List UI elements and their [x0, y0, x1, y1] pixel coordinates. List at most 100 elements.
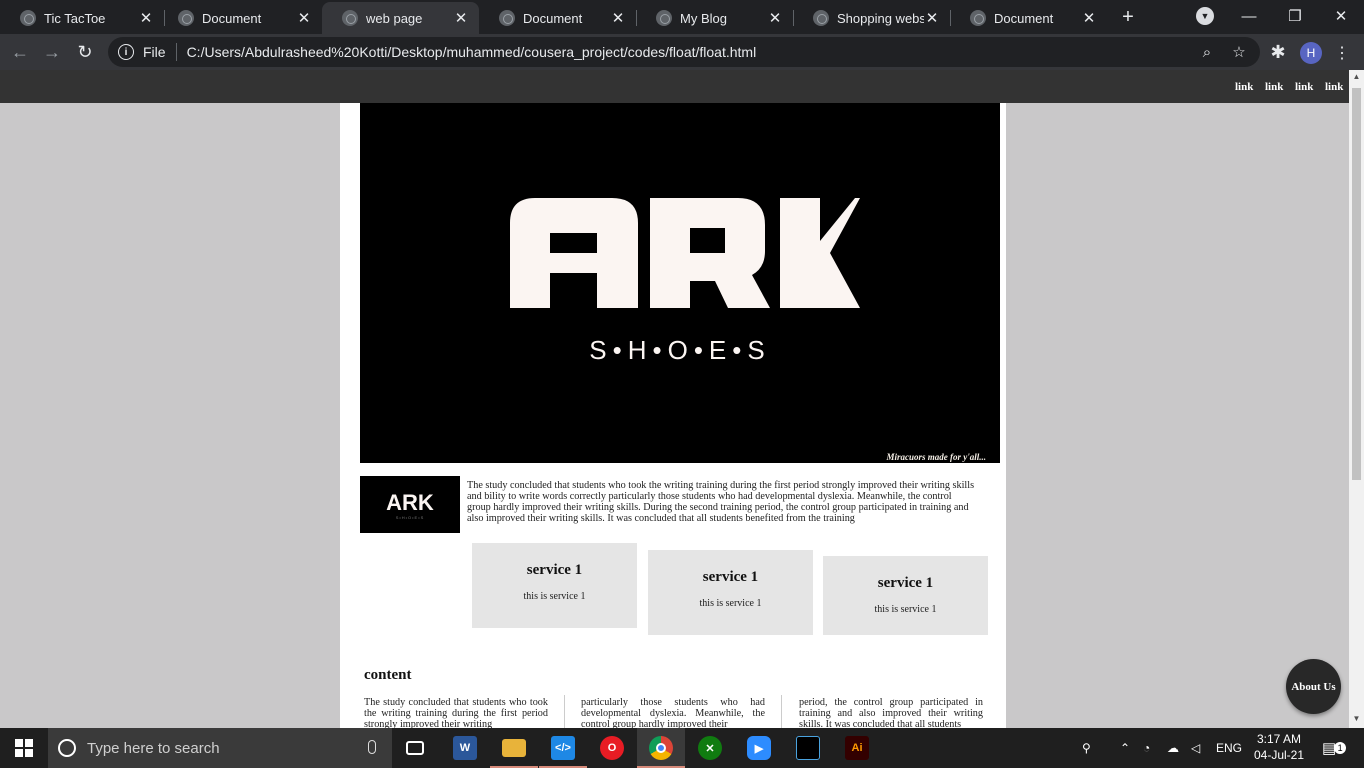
- tab-title: web page: [366, 10, 423, 26]
- content-column-2: particularly those students who had deve…: [581, 697, 765, 728]
- zoom-icon[interactable]: ⌕: [1198, 43, 1216, 61]
- tab-title: Shopping website: [837, 10, 924, 26]
- task-view-icon[interactable]: [391, 728, 439, 768]
- content-heading: content: [364, 667, 412, 683]
- tab-shopping-website[interactable]: Shopping website ✕: [793, 2, 950, 34]
- browser-toolbar: ← → ↻ i File C:/Users/Abdulrasheed%20Kot…: [0, 34, 1364, 70]
- nav-link-1[interactable]: link: [1235, 81, 1253, 93]
- network-icon[interactable]: ☁: [1167, 728, 1179, 768]
- taskbar-clock[interactable]: 3:17 AM 04-Jul-21: [1244, 731, 1314, 763]
- tab-tic-tactoe[interactable]: Tic TacToe ✕: [0, 2, 164, 34]
- language-indicator[interactable]: ENG: [1216, 728, 1242, 768]
- opera-icon[interactable]: O: [588, 728, 636, 768]
- cortana-icon: [58, 739, 76, 757]
- notification-center-icon[interactable]: ▤ 1: [1322, 728, 1347, 768]
- menu-kebab-icon[interactable]: ⋮: [1334, 42, 1350, 64]
- close-tab-icon[interactable]: ✕: [453, 9, 469, 27]
- xbox-glyph: ✕: [698, 736, 722, 760]
- notification-count-badge: 1: [1334, 742, 1347, 754]
- close-tab-icon[interactable]: ✕: [767, 9, 783, 27]
- window-close-icon[interactable]: ✕: [1318, 0, 1364, 32]
- wifi-icon[interactable]: ◔: [1143, 728, 1150, 768]
- vscode-icon[interactable]: </>: [539, 728, 587, 768]
- microphone-icon[interactable]: [368, 740, 376, 754]
- reload-icon[interactable]: ↻: [73, 40, 97, 64]
- browser-tab-bar: Tic TacToe ✕ Document ✕ web page ✕ Docum…: [0, 0, 1364, 34]
- word-app-icon[interactable]: W: [441, 728, 489, 768]
- taskbar-search-box[interactable]: Type here to search: [48, 728, 392, 768]
- forward-arrow-icon[interactable]: →: [40, 40, 64, 64]
- hero-caption: Miracuors made for y'all...: [886, 452, 986, 462]
- bookmark-star-icon[interactable]: ☆: [1230, 43, 1248, 61]
- tab-title: Document: [994, 10, 1054, 26]
- tab-document-2[interactable]: Document ✕: [479, 2, 636, 34]
- close-tab-icon[interactable]: ✕: [1081, 9, 1097, 27]
- globe-icon: [20, 10, 36, 26]
- omnibox-divider: [175, 43, 177, 61]
- show-hidden-icons-chevron-icon[interactable]: ⌃: [1120, 728, 1130, 768]
- vscode-glyph: </>: [551, 736, 575, 760]
- about-us-button[interactable]: About Us: [1286, 659, 1341, 714]
- column-divider: [781, 695, 782, 728]
- minimize-icon[interactable]: —: [1226, 0, 1272, 32]
- tab-document-3[interactable]: Document ✕: [950, 2, 1107, 34]
- page-scrollbar[interactable]: ▲ ▼: [1349, 70, 1364, 728]
- clock-time: 3:17 AM: [1256, 732, 1302, 746]
- back-arrow-icon[interactable]: ←: [8, 40, 32, 64]
- thumbnail-wordmark: ARK: [386, 490, 434, 515]
- logo-thumbnail: ARK S•H•O•E•S: [360, 476, 460, 533]
- service-text: this is service 1: [874, 604, 937, 615]
- close-tab-icon[interactable]: ✕: [924, 9, 940, 27]
- tab-my-blog[interactable]: My Blog ✕: [636, 2, 793, 34]
- ark-thumbnail-logo: ARK S•H•O•E•S: [386, 490, 434, 520]
- close-tab-icon[interactable]: ✕: [610, 9, 626, 27]
- service-card-1: service 1 this is service 1: [472, 543, 637, 628]
- file-explorer-icon[interactable]: [490, 728, 538, 768]
- globe-icon: [342, 10, 358, 26]
- globe-icon: [656, 10, 672, 26]
- zoom-app-icon[interactable]: ▶: [735, 728, 783, 768]
- nav-link-4[interactable]: link: [1325, 81, 1343, 93]
- scroll-down-arrow-icon[interactable]: ▼: [1349, 714, 1364, 726]
- tab-search-icon[interactable]: ▼: [1196, 7, 1214, 25]
- chrome-glyph: [649, 736, 673, 760]
- tab-document-1[interactable]: Document ✕: [158, 2, 322, 34]
- nav-link-3[interactable]: link: [1295, 81, 1313, 93]
- content-column-1: The study concluded that students who to…: [364, 697, 548, 728]
- windows-start-button[interactable]: [0, 728, 48, 768]
- close-tab-icon[interactable]: ✕: [296, 9, 312, 27]
- illustrator-icon[interactable]: Ai: [833, 728, 881, 768]
- tab-title: Document: [523, 10, 583, 26]
- people-icon[interactable]: ⚲: [1082, 728, 1091, 768]
- profile-avatar[interactable]: H: [1300, 42, 1322, 64]
- restore-icon[interactable]: ❐: [1272, 0, 1318, 32]
- site-info-icon[interactable]: i: [118, 44, 134, 60]
- globe-icon: [499, 10, 515, 26]
- service-title: service 1: [877, 575, 934, 591]
- volume-icon[interactable]: ◁: [1191, 728, 1200, 768]
- nav-link-2[interactable]: link: [1265, 81, 1283, 93]
- scrollbar-thumb[interactable]: [1352, 88, 1361, 480]
- intro-paragraph: The study concluded that students who to…: [467, 480, 975, 524]
- xbox-icon[interactable]: ✕: [686, 728, 734, 768]
- service-title: service 1: [526, 562, 583, 578]
- page-container: S•H•O•E•S Miracuors made for y'all... AR…: [340, 103, 1006, 728]
- scroll-up-arrow-icon[interactable]: ▲: [1349, 72, 1364, 84]
- terminal-glyph: [796, 736, 820, 760]
- windows-taskbar: Type here to search W </> O ✕ ▶ Ai ⚲ ⌃ ◔…: [0, 728, 1364, 768]
- close-tab-icon[interactable]: ✕: [138, 9, 154, 27]
- extensions-puzzle-icon[interactable]: ✱: [1266, 40, 1290, 64]
- chrome-icon[interactable]: [637, 728, 685, 768]
- terminal-icon[interactable]: [784, 728, 832, 768]
- url-text[interactable]: C:/Users/Abdulrasheed%20Kotti/Desktop/mu…: [187, 44, 757, 60]
- folder-glyph: [502, 739, 526, 757]
- address-bar[interactable]: i File C:/Users/Abdulrasheed%20Kotti/Des…: [108, 37, 1260, 67]
- zoom-glyph: ▶: [747, 736, 771, 760]
- task-view-glyph: [406, 741, 424, 755]
- tab-title: Tic TacToe: [44, 10, 106, 26]
- hero-banner: S•H•O•E•S Miracuors made for y'all...: [360, 103, 1000, 463]
- new-tab-button[interactable]: +: [1116, 5, 1140, 29]
- service-card-2: service 1 this is service 1: [648, 550, 813, 635]
- tab-title: Document: [202, 10, 262, 26]
- tab-web-page[interactable]: web page ✕: [322, 2, 479, 34]
